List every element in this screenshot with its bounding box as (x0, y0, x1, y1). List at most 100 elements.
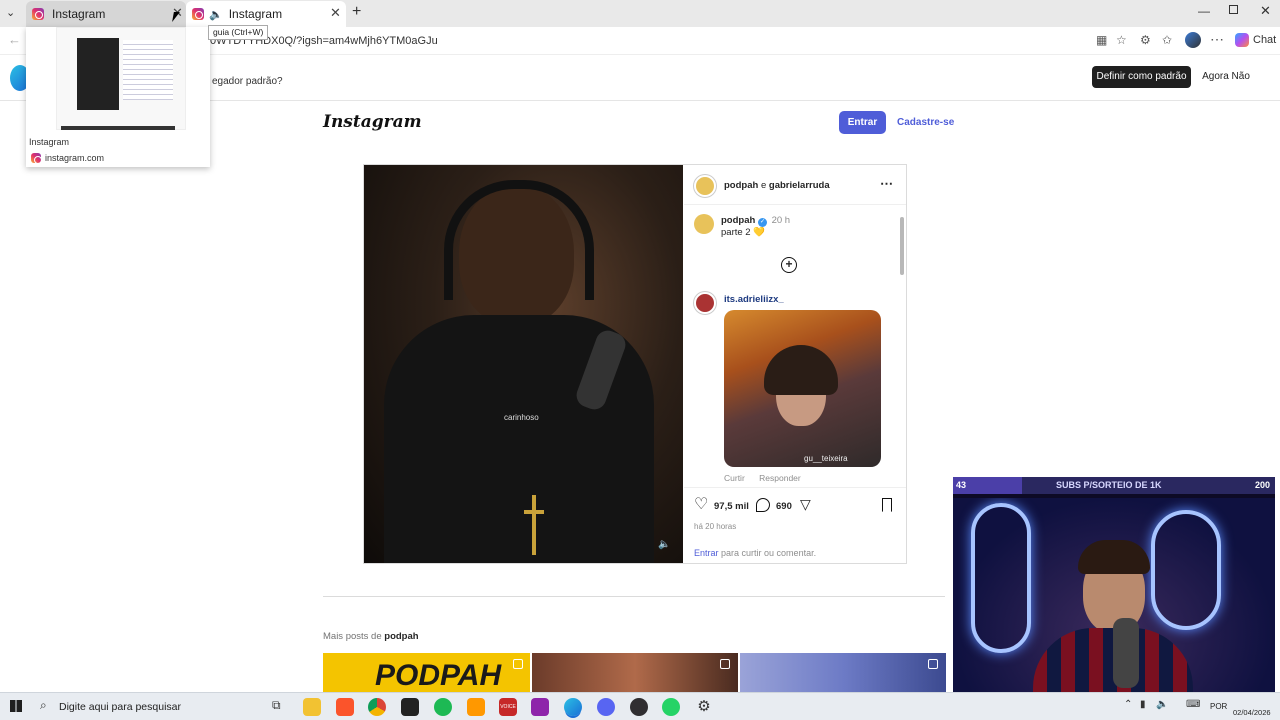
grid-post-1[interactable]: PODPAH (323, 653, 530, 692)
infobar-text: egador padrão? (212, 76, 283, 87)
tab-inactive[interactable]: Instagram ✕ (26, 1, 186, 27)
author-second[interactable]: gabrielarruda (769, 180, 830, 191)
likes-count: 97,5 mil (714, 501, 749, 512)
comments-area[interactable]: podpah ✓ 20 h parte 2 💛 + its.adrieliizx… (684, 206, 906, 486)
brave-icon[interactable] (336, 698, 354, 716)
post-actions: ♡ 97,5 mil 690 ▽ há 20 horas Entrar para… (684, 487, 906, 563)
neon-loop-2 (1151, 510, 1221, 630)
signup-link[interactable]: Cadastre-se (897, 117, 954, 128)
more-posts-author[interactable]: podpah (384, 631, 418, 642)
post-authors: podpah e gabrielarruda (724, 180, 830, 191)
minimize-button[interactable]: — (1198, 4, 1210, 18)
comment-reply-link[interactable]: Responder (759, 473, 801, 483)
tab-strip: ⌄ Instagram ✕ 🔈 Instagram ✕ + — ✕ (0, 0, 1280, 27)
preview-url: instagram.com (45, 153, 105, 163)
preview-url-row: instagram.com (31, 153, 105, 164)
mute-icon[interactable]: 🔈 (658, 539, 670, 550)
restore-button[interactable] (1229, 5, 1238, 14)
comment-like-link[interactable]: Curtir (724, 473, 745, 483)
tab-title: Instagram (52, 7, 106, 21)
discord-icon[interactable] (597, 698, 615, 716)
tray-chevron-icon[interactable]: ⌃ (1124, 699, 1132, 710)
close-tab-tooltip: guia (Ctrl+W) (208, 25, 269, 40)
load-more-comments-icon[interactable]: + (781, 257, 797, 273)
instagram-favicon-icon (192, 8, 204, 20)
comment-image-hair (764, 345, 838, 395)
tray-keyboard-icon[interactable]: ⌨ (1186, 699, 1200, 710)
instagram-logo[interactable]: Instagram (323, 112, 422, 132)
caption-author[interactable]: podpah (721, 215, 755, 226)
login-button[interactable]: Entrar (839, 111, 886, 134)
sublime-icon[interactable] (467, 698, 485, 716)
login-prompt-link[interactable]: Entrar (694, 548, 719, 558)
more-posts-heading: Mais posts de podpah (323, 631, 419, 642)
tray-language[interactable]: POR (1210, 702, 1227, 711)
close-tab-tooltip-text: guia (Ctrl+W) (213, 27, 264, 37)
extensions-icon[interactable]: ⚙ (1140, 33, 1151, 47)
caption-avatar[interactable] (694, 214, 714, 234)
preview-thumb-video (77, 38, 119, 110)
split-screen-icon[interactable]: ▦ (1096, 33, 1107, 47)
comment-author[interactable]: its.adrieliizx_ (724, 294, 784, 305)
edge-icon[interactable] (564, 698, 582, 716)
tray-volume-icon[interactable]: 🔈 (1156, 699, 1168, 710)
file-explorer-icon[interactable] (303, 698, 321, 716)
sub-goal-bar: 43 SUBS P/SORTEIO DE 1K 200 (953, 477, 1275, 494)
neon-loop-1 (971, 503, 1031, 653)
stream-overlay: 43 SUBS P/SORTEIO DE 1K 200 (953, 477, 1275, 692)
not-now-button[interactable]: Agora Não (1196, 66, 1256, 88)
voicemeeter-icon[interactable]: VOICE (499, 698, 517, 716)
reel-icon (513, 659, 523, 669)
close-window-button[interactable]: ✕ (1260, 3, 1271, 19)
post-video[interactable]: carinhoso 🔈 (364, 165, 683, 563)
comment-image[interactable]: gu__teixeira (724, 310, 881, 467)
search-icon[interactable]: ⌕ (40, 698, 47, 713)
obs-icon[interactable] (630, 698, 648, 716)
sub-goal-title: SUBS P/SORTEIO DE 1K (1056, 480, 1162, 490)
task-view-icon[interactable]: ⧉ (272, 698, 281, 713)
speaker-icon[interactable]: 🔈 (209, 8, 223, 21)
tab-list-chevron-icon[interactable]: ⌄ (6, 6, 15, 19)
tray-network-icon[interactable]: ▮ (1140, 699, 1146, 710)
more-menu-icon[interactable]: ⋯ (1210, 31, 1224, 48)
stream-microphone (1113, 618, 1139, 688)
author-main[interactable]: podpah (724, 180, 758, 191)
set-default-button[interactable]: Definir como padrão (1092, 66, 1191, 88)
more-options-icon[interactable]: ⋯ (880, 176, 893, 192)
preview-thumb-strip (61, 126, 175, 130)
comment-image-caption: gu__teixeira (804, 454, 848, 463)
commenter-avatar[interactable] (694, 292, 716, 314)
video-headphones (444, 180, 594, 300)
taskbar-search-placeholder[interactable]: Digite aqui para pesquisar (59, 701, 181, 713)
like-icon[interactable]: ♡ (694, 494, 708, 514)
whatsapp-icon[interactable] (662, 698, 680, 716)
grid-post-2[interactable] (532, 653, 738, 692)
tab-active[interactable]: 🔈 Instagram ✕ (186, 1, 346, 27)
caption-header: podpah ✓ 20 h (721, 215, 790, 227)
video-cross-bar (524, 510, 544, 514)
back-icon[interactable]: ← (8, 32, 21, 47)
save-icon[interactable] (882, 498, 892, 512)
share-icon[interactable]: ▽ (800, 496, 811, 513)
close-tab-icon[interactable]: ✕ (330, 5, 341, 21)
voicemeeter-label: VOICE (500, 704, 516, 710)
spotify-icon[interactable] (434, 698, 452, 716)
tray-date[interactable]: 02/04/2026 (1233, 708, 1271, 717)
profile-avatar[interactable] (1185, 32, 1201, 48)
settings-gear-icon[interactable]: ⚙ (695, 698, 713, 716)
chrome-icon[interactable] (368, 698, 386, 716)
start-windows-icon[interactable] (10, 700, 22, 712)
author-avatar[interactable] (694, 175, 716, 197)
login-prompt-text: para curtir ou comentar. (721, 548, 817, 558)
comments-scrollbar[interactable] (900, 217, 904, 275)
app-terminal-icon[interactable] (401, 698, 419, 716)
comment-icon[interactable] (756, 498, 770, 512)
chat-label[interactable]: Chat (1253, 34, 1276, 46)
favorites-icon[interactable]: ✩ (1162, 33, 1172, 47)
new-tab-button[interactable]: + (352, 3, 361, 21)
instagram-favicon-icon (32, 8, 44, 20)
app-purple-icon[interactable] (531, 698, 549, 716)
grid-post-3[interactable] (740, 653, 946, 692)
copilot-icon[interactable] (1235, 33, 1249, 47)
favorite-star-icon[interactable]: ☆ (1116, 33, 1127, 47)
